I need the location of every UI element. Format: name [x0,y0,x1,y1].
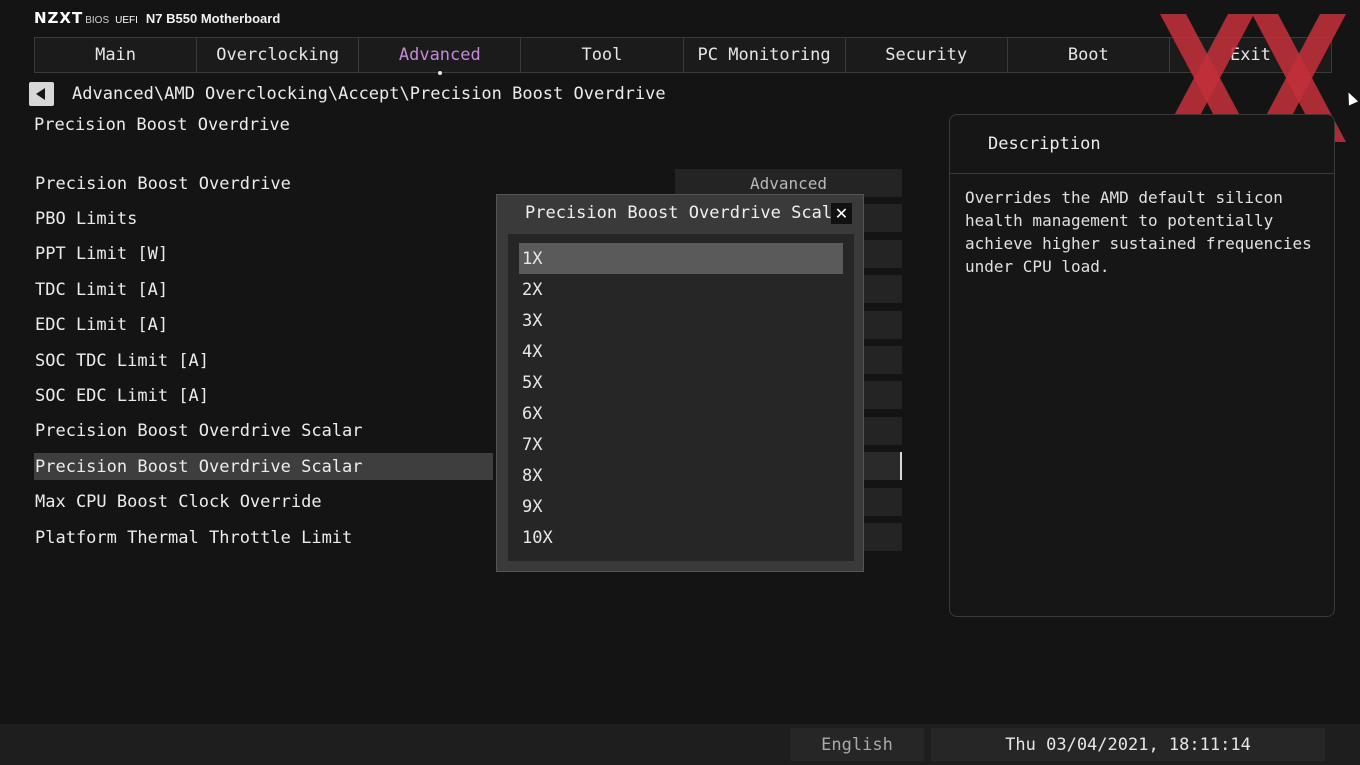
language-selector[interactable]: English [790,728,924,761]
option-item[interactable]: 5X [519,367,843,398]
option-item[interactable]: 7X [519,430,843,461]
close-icon: ✕ [834,203,849,223]
tab-security[interactable]: Security [846,38,1008,72]
setting-label: Precision Boost Overdrive [35,173,291,194]
option-item-selected[interactable]: 1X [519,243,843,275]
option-item[interactable]: 6X [519,398,843,429]
nzxt-logo: NZXT [34,9,84,27]
tab-advanced[interactable]: Advanced [359,38,522,75]
brand-model: N7 B550 Motherboard [145,11,281,26]
brand-uefi: UEFI [115,15,138,26]
tab-boot[interactable]: Boot [1008,38,1170,72]
mouse-cursor-icon [1343,90,1359,106]
description-panel: Description Overrides the AMD default si… [949,114,1335,617]
option-item[interactable]: 4X [519,336,843,367]
description-text: Overrides the AMD default silicon health… [965,188,1312,276]
tab-tool[interactable]: Tool [521,38,684,72]
setting-value[interactable]: Advanced [675,169,902,197]
page-title: Precision Boost Overdrive [34,115,290,135]
main-tabs: Main Overclocking Advanced Tool PC Monit… [34,37,1332,75]
setting-label: Platform Thermal Throttle Limit [35,527,353,548]
setting-label: SOC EDC Limit [A] [35,386,209,407]
bios-screen: NZXT BIOS UEFI N7 B550 Motherboard Main … [0,0,1360,765]
setting-label: Max CPU Boost Clock Override [35,492,322,513]
option-item[interactable]: 2X [519,274,843,305]
breadcrumb: Advanced\AMD Overclocking\Accept\Precisi… [72,84,666,104]
option-item[interactable]: 8X [519,461,843,492]
back-arrow-icon [36,88,45,100]
back-button[interactable] [29,82,54,106]
brand-bios: BIOS [85,15,110,26]
setting-label: PPT Limit [W] [35,244,169,265]
brand: NZXT BIOS UEFI N7 B550 Motherboard [34,9,280,29]
setting-label: Precision Boost Overdrive Scalar [35,421,363,442]
dialog-title: Precision Boost Overdrive Scalar [525,203,853,223]
setting-label: PBO Limits [35,209,138,230]
datetime-display: Thu 03/04/2021, 18:11:14 [931,728,1325,761]
setting-label: Precision Boost Overdrive Scalar [34,453,493,481]
close-button[interactable]: ✕ [831,203,852,224]
option-item[interactable]: 10X [519,523,843,554]
description-title: Description [950,115,1334,174]
setting-label: TDC Limit [A] [35,279,169,300]
tab-pc-monitoring[interactable]: PC Monitoring [684,38,846,72]
setting-label: SOC TDC Limit [A] [35,350,209,371]
scalar-select-dialog: Precision Boost Overdrive Scalar ✕ 1X 2X… [496,194,864,572]
tab-overclocking[interactable]: Overclocking [197,38,360,72]
setting-label: EDC Limit [A] [35,315,169,336]
tab-main[interactable]: Main [35,38,198,72]
option-list: 1X 2X 3X 4X 5X 6X 7X 8X 9X 10X [508,234,854,561]
option-item[interactable]: 9X [519,492,843,523]
option-item[interactable]: 3X [519,305,843,336]
tab-exit[interactable]: Exit [1170,38,1331,72]
